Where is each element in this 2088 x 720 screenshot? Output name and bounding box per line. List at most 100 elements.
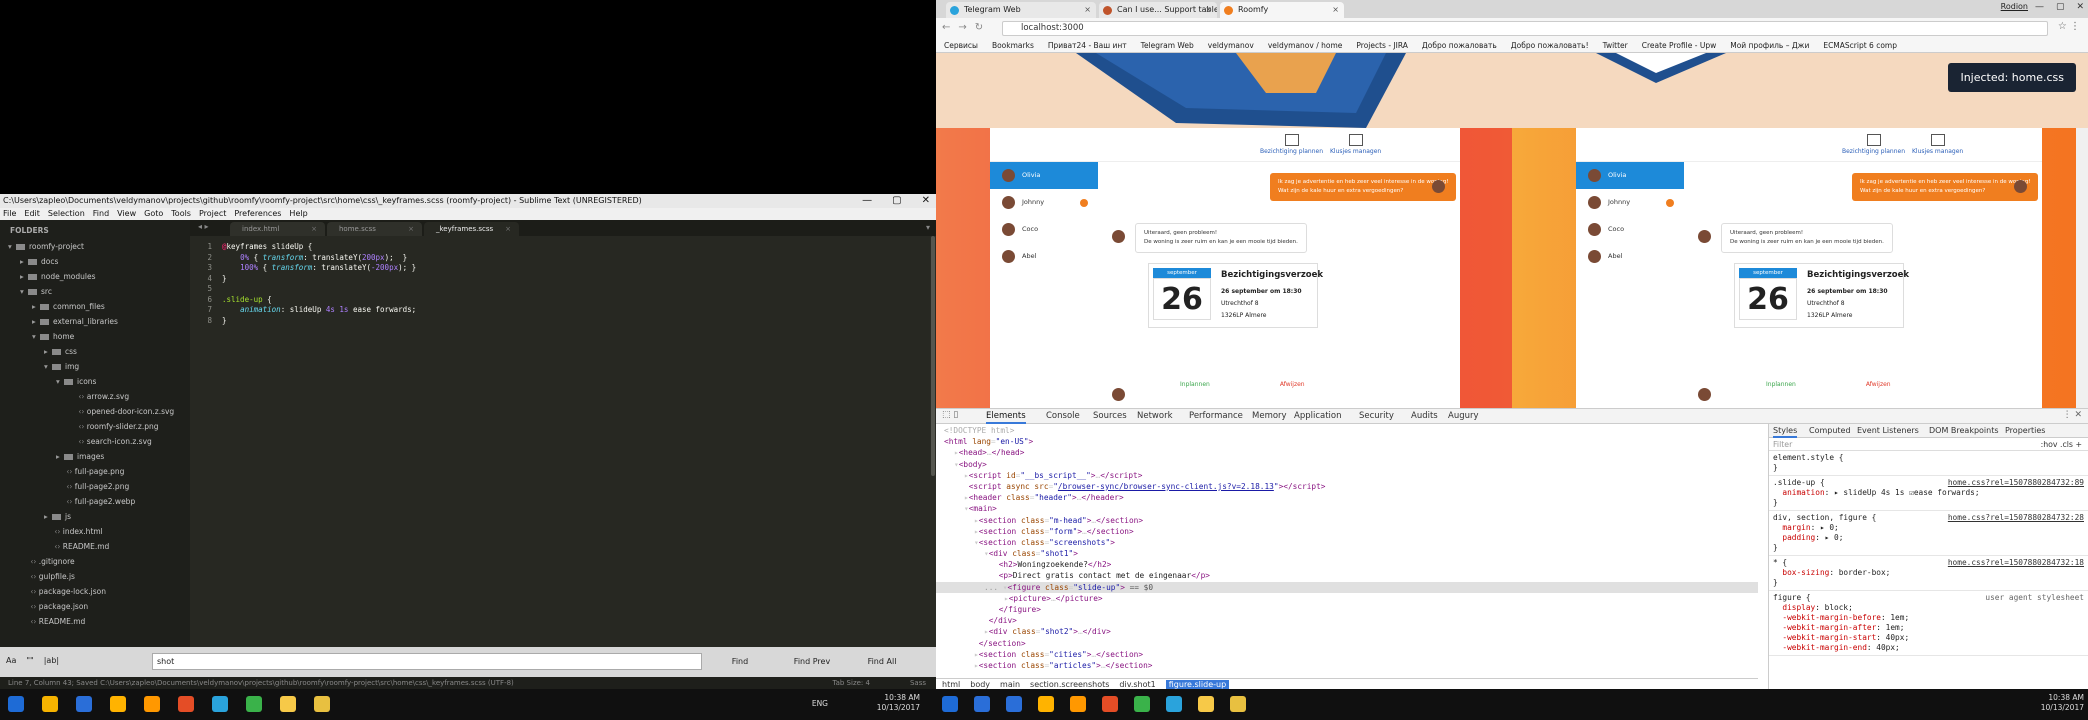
taskbar-app-icon[interactable] [8,696,24,712]
contact-item[interactable]: Johnny [990,189,1098,216]
breadcrumb-item[interactable]: div.shot1 [1119,680,1155,689]
contact-item[interactable]: Olivia [1576,162,1684,189]
find-option[interactable]: |ab| [44,656,59,665]
close-icon[interactable]: × [505,222,511,236]
styles-tab[interactable]: Computed [1809,426,1851,436]
tree-item[interactable]: ‹› README.md [0,614,190,629]
bookmark[interactable]: Добро пожаловать [1422,41,1497,50]
contact-item[interactable]: Abel [990,243,1098,270]
breadcrumb-item[interactable]: main [1000,680,1020,689]
tree-item[interactable]: ▸ css [0,344,190,359]
tree-item[interactable]: ▸ docs [0,254,190,269]
taskbar-app-icon[interactable] [280,696,296,712]
close-icon[interactable]: × [1084,2,1091,18]
taskbar-app-icon[interactable] [42,696,58,712]
address-bar[interactable]: localhost:3000 [1002,21,2048,36]
menu-item-file[interactable]: File [3,208,16,220]
devtools-tab-application[interactable]: Application [1294,411,1342,421]
devtools-menu-icon[interactable]: ⋮ ✕ [2063,410,2082,420]
dom-node[interactable]: <script async src="/browser-sync/browser… [936,481,1758,492]
menu-item-goto[interactable]: Goto [144,208,163,220]
dom-node[interactable]: ▸<div class="shot2">…</div> [936,626,1758,637]
taskbar-app-icon[interactable] [1134,696,1150,712]
taskbar-app-icon[interactable] [246,696,262,712]
find-option[interactable]: "" [26,656,33,665]
dom-node[interactable]: </figure> [936,604,1758,615]
menu-item-find[interactable]: Find [93,208,109,220]
dom-node[interactable]: ▸<picture>…</picture> [936,593,1758,604]
menu-item-help[interactable]: Help [289,208,307,220]
css-rule[interactable]: home.css?rel=1507880284732:89 .slide-up {… [1769,476,2088,511]
code-line[interactable]: 0% { transform: translateY(200px); } [222,253,407,264]
dom-node[interactable]: ▸<section class="articles">…</section> [936,660,1758,671]
close-icon[interactable]: ✕ [2076,2,2084,12]
breadcrumb-item[interactable]: section.screenshots [1030,680,1109,689]
code-area[interactable]: 1 @keyframes slideUp {2 0% { transform: t… [190,236,936,325]
chrome-tab[interactable]: Can I use... Support table × [1099,2,1217,18]
css-rule[interactable]: user agent stylesheet figure { display: b… [1769,591,2088,656]
devtools-tab-sources[interactable]: Sources [1093,411,1127,421]
close-icon[interactable]: × [408,222,414,236]
filter-controls[interactable]: :hov .cls + [2041,438,2082,451]
contact-item[interactable]: Coco [1576,216,1684,243]
tree-arrow-icon[interactable]: ▾ [56,374,64,389]
tree-item[interactable]: ‹› search-icon.z.svg [0,434,190,449]
styles-tab[interactable]: Event Listeners [1857,426,1919,436]
bookmark[interactable]: Create Profile - Upw [1642,41,1716,50]
dom-node[interactable]: ▸<head>…</head> [936,447,1758,458]
code-line[interactable]: } [222,316,227,327]
devtools-tab-console[interactable]: Console [1046,411,1080,421]
taskbar-app-icon[interactable] [144,696,160,712]
close-icon[interactable]: × [1205,2,1212,18]
tree-arrow-icon[interactable]: ▾ [8,239,16,254]
dom-node[interactable]: ▸<script id="__bs_script__">…</script> [936,470,1758,481]
bookmark[interactable]: veldymanov [1208,41,1254,50]
taskbar-app-icon[interactable] [974,696,990,712]
css-property[interactable]: animation: ▸ slideUp 4s 1s ☑ease forward… [1773,488,2084,498]
css-rule[interactable]: home.css?rel=1507880284732:28 div, sectio… [1769,511,2088,556]
styles-tab[interactable]: DOM Breakpoints [1929,426,1999,436]
menu-item-project[interactable]: Project [199,208,226,220]
dom-node[interactable]: ▸<section class="form">…</section> [936,526,1758,537]
devtools-tab-security[interactable]: Security [1359,411,1394,421]
mock-topbar-button[interactable]: Klusjes managen [1330,134,1381,155]
breadcrumb-item[interactable]: html [942,680,960,689]
tree-item[interactable]: ‹› opened-door-icon.z.svg [0,404,190,419]
minimize-icon[interactable]: — [862,194,872,208]
breadcrumb-item[interactable]: body [970,680,990,689]
accept-button[interactable]: Inplannen [1180,381,1210,388]
dom-node[interactable]: </div> [936,615,1758,626]
dom-node[interactable]: </section> [936,638,1758,649]
tree-item[interactable]: ▸ common_files [0,299,190,314]
tree-arrow-icon[interactable]: ▸ [32,314,40,329]
mock-topbar-button[interactable]: Bezichtiging plannen [1842,134,1905,155]
mock-topbar-button[interactable]: Klusjes managen [1912,134,1963,155]
bookmark[interactable]: Telegram Web [1141,41,1194,50]
dom-node[interactable]: <h2>Woningzoekende?</h2> [936,559,1758,570]
taskbar-app-icon[interactable] [1038,696,1054,712]
bookmark[interactable]: Сервисы [944,41,978,50]
devtools-tab-audits[interactable]: Audits [1411,411,1438,421]
find-all-button[interactable]: Find All [852,653,912,670]
css-property[interactable]: padding: ▸ 0; [1773,533,2084,543]
css-rule[interactable]: home.css?rel=1507880284732:18 * { box-siz… [1769,556,2088,591]
bookmark[interactable]: veldymanov / home [1268,41,1343,50]
tree-item[interactable]: ▾ home [0,329,190,344]
accept-button[interactable]: Inplannen [1766,381,1796,388]
styles-tab[interactable]: Properties [2005,426,2045,436]
css-property[interactable]: box-sizing: border-box; [1773,568,2084,578]
dom-node[interactable]: ▸<section class="m-head">…</section> [936,515,1758,526]
tray-clock[interactable]: 10:38 AM 10/13/2017 [850,693,920,713]
maximize-icon[interactable]: ▢ [892,194,901,208]
minimize-icon[interactable]: — [2035,2,2044,12]
tree-item[interactable]: ▸ js [0,509,190,524]
bookmark[interactable]: Приват24 - Ваш инт [1048,41,1127,50]
devtools-tab-performance[interactable]: Performance [1189,411,1243,421]
tree-arrow-icon[interactable]: ▾ [44,359,52,374]
tree-item[interactable]: ‹› package-lock.json [0,584,190,599]
rule-source[interactable]: home.css?rel=1507880284732:28 [1948,513,2084,523]
menu-item-view[interactable]: View [117,208,136,220]
devtools-tab-augury[interactable]: Augury [1448,411,1479,421]
taskbar-app-icon[interactable] [1166,696,1182,712]
dom-node[interactable]: <!DOCTYPE html> [936,425,1758,436]
